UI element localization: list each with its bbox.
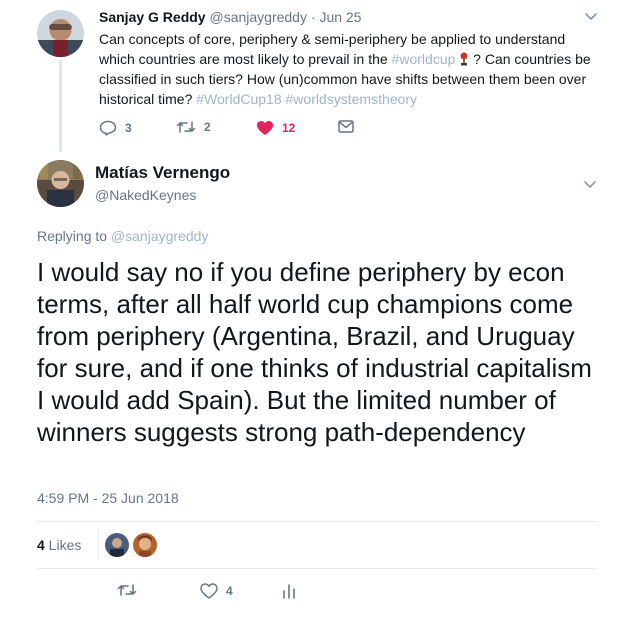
divider — [37, 521, 597, 522]
parent-author-handle[interactable]: @sanjaygreddy — [209, 9, 307, 25]
retweet-count: 2 — [204, 120, 211, 134]
retweet-icon — [176, 121, 196, 133]
like-count: 12 — [282, 121, 296, 135]
reply-count: 3 — [125, 121, 132, 135]
tweet-actions: 4 — [117, 583, 317, 603]
parent-tweet-text: Can concepts of core, periphery & semi-p… — [99, 29, 594, 109]
trophy-emoji — [460, 52, 468, 66]
divider — [37, 568, 597, 569]
like-count: 4 — [226, 584, 233, 598]
tweet-timestamp[interactable]: 4:59 PM - 25 Jun 2018 — [37, 490, 179, 506]
like-button[interactable]: 12 — [256, 120, 295, 136]
likes-stat-count: 4 — [37, 537, 45, 553]
heart-icon — [200, 583, 218, 599]
avatar-matias[interactable] — [37, 160, 84, 207]
likes-stat-label: Likes — [44, 537, 82, 553]
parent-tweet-actions: 3 2 12 — [99, 120, 399, 138]
chevron-down-icon[interactable] — [584, 12, 598, 22]
liker-avatar[interactable] — [133, 533, 157, 557]
replying-to-handle[interactable]: @sanjaygreddy — [111, 228, 209, 244]
replying-to-label: Replying to — [37, 228, 111, 244]
author-name[interactable]: Matías Vernengo — [95, 163, 230, 183]
like-button[interactable]: 4 — [200, 583, 233, 599]
message-icon — [338, 120, 354, 133]
chevron-down-icon[interactable] — [583, 180, 597, 190]
analytics-icon — [283, 584, 295, 599]
direct-message-button[interactable] — [338, 120, 354, 133]
reply-button[interactable]: 3 — [99, 120, 132, 136]
header-separator: · — [306, 9, 320, 25]
replying-to: Replying to @sanjaygreddy — [37, 228, 208, 244]
liker-avatar[interactable] — [105, 533, 129, 557]
analytics-button[interactable] — [282, 583, 296, 599]
tweet-text: I would say no if you define periphery b… — [37, 257, 592, 447]
hashtag-worldcup18[interactable]: #WorldCup18 — [196, 91, 281, 107]
retweet-button[interactable] — [117, 583, 137, 597]
parent-author-name[interactable]: Sanjay G Reddy — [99, 9, 206, 25]
retweet-icon — [117, 584, 137, 596]
hashtag-worldsystemstheory[interactable]: #worldsystemstheory — [286, 91, 418, 107]
parent-tweet-header: Sanjay G Reddy @sanjaygreddy · Jun 25 — [99, 9, 361, 25]
likes-stat[interactable]: 4 Likes — [37, 537, 81, 553]
stats-separator — [98, 528, 99, 560]
avatar-sanjay[interactable] — [37, 10, 84, 57]
thread-connector — [59, 60, 62, 152]
parent-tweet-date[interactable]: Jun 25 — [319, 9, 361, 25]
hashtag-worldcup[interactable]: #worldcup — [392, 51, 456, 67]
heart-icon — [257, 121, 273, 135]
author-handle[interactable]: @NakedKeynes — [95, 187, 196, 203]
retweet-button[interactable]: 2 — [176, 120, 211, 134]
reply-icon — [99, 120, 117, 136]
